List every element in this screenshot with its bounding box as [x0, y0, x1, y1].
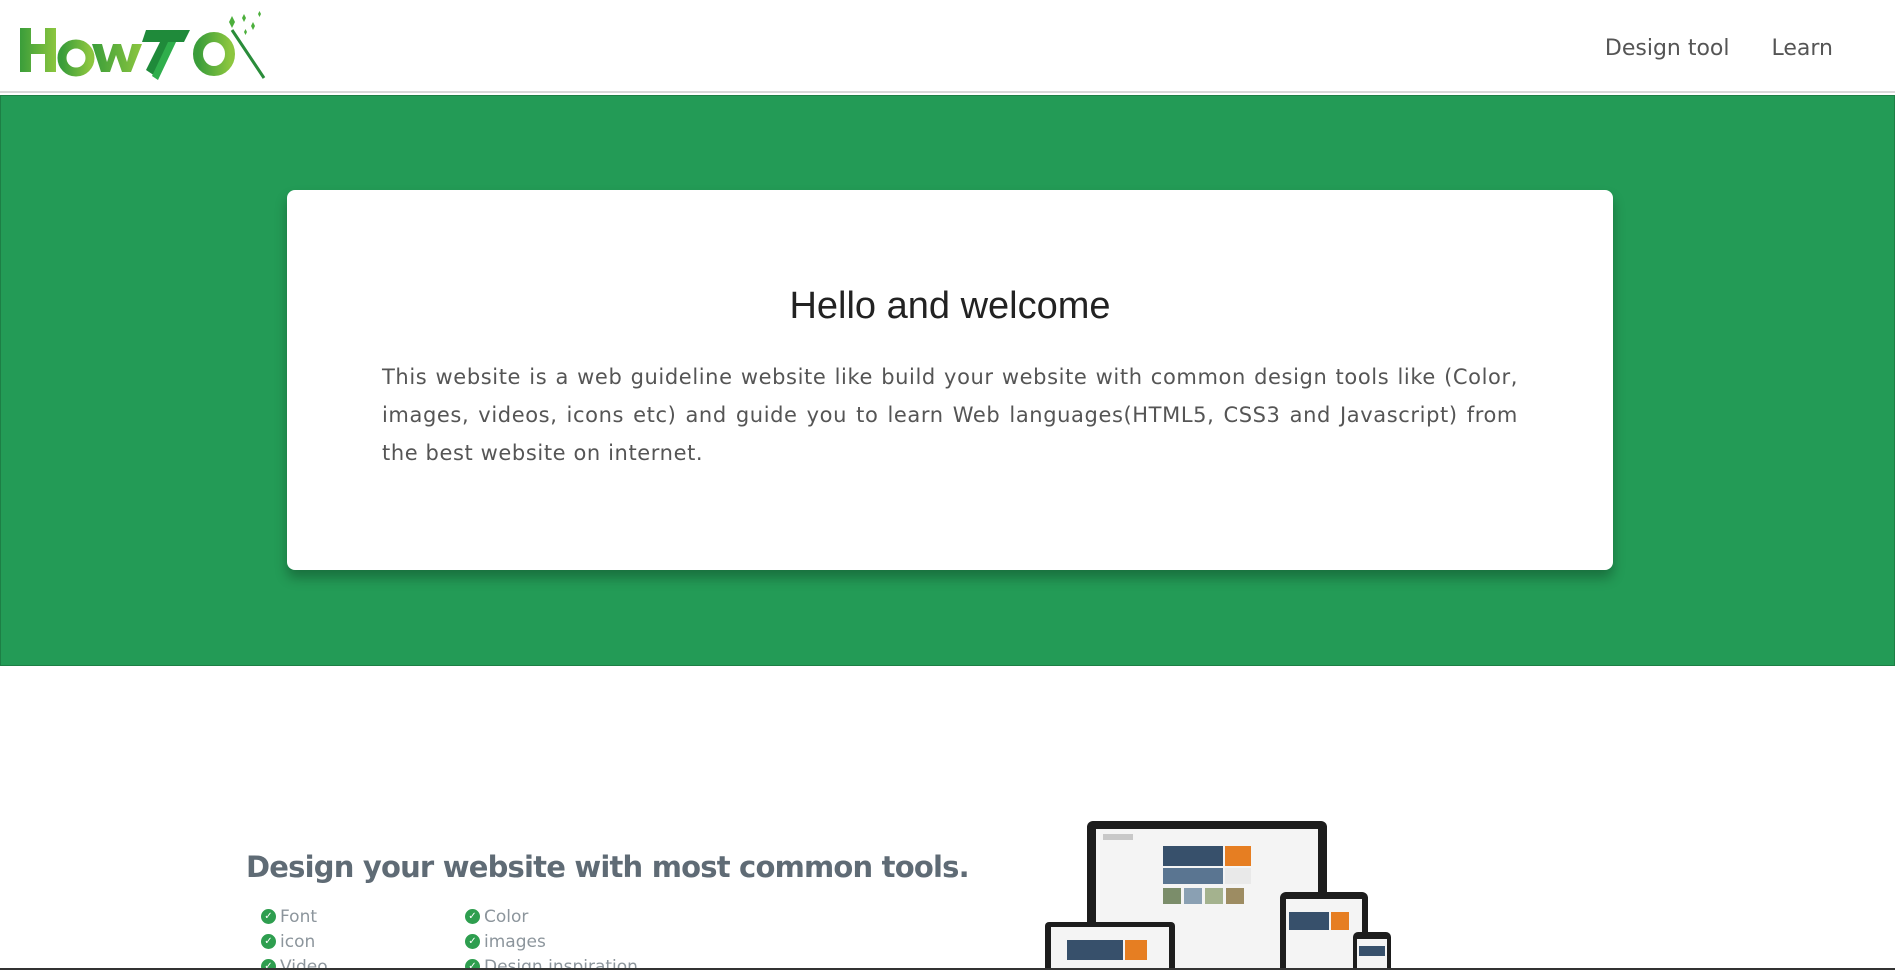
welcome-card: Hello and welcome This website is a web … [287, 190, 1613, 570]
nav-design-tool[interactable]: Design tool [1605, 36, 1730, 61]
list-item: ✓ Color [465, 904, 638, 929]
hero-section: Hello and welcome This website is a web … [0, 95, 1895, 666]
main-nav: Design tool Learn [1605, 36, 1833, 61]
check-circle-icon: ✓ [261, 934, 276, 949]
list-item: ✓ images [465, 929, 638, 954]
responsive-devices-image [1045, 821, 1391, 970]
nav-learn[interactable]: Learn [1772, 36, 1834, 61]
welcome-text: This website is a web guideline website … [382, 365, 1518, 465]
check-circle-icon: ✓ [465, 934, 480, 949]
check-circle-icon: ✓ [465, 909, 480, 924]
howto-logo[interactable] [18, 8, 270, 88]
list-item: ✓ icon [261, 929, 328, 954]
feature-label: icon [280, 931, 316, 952]
welcome-title: Hello and welcome [789, 285, 1111, 327]
feature-list-left: ✓ Font ✓ icon ✓ Video [261, 904, 328, 970]
feature-list-right: ✓ Color ✓ images ✓ Design inspiration [465, 904, 638, 970]
check-circle-icon: ✓ [261, 909, 276, 924]
list-item: ✓ Font [261, 904, 328, 929]
features-title: Design your website with most common too… [246, 850, 970, 884]
top-navbar: Design tool Learn [0, 0, 1895, 93]
feature-label: Font [280, 906, 318, 927]
feature-label: images [484, 931, 546, 952]
feature-label: Color [484, 906, 529, 927]
